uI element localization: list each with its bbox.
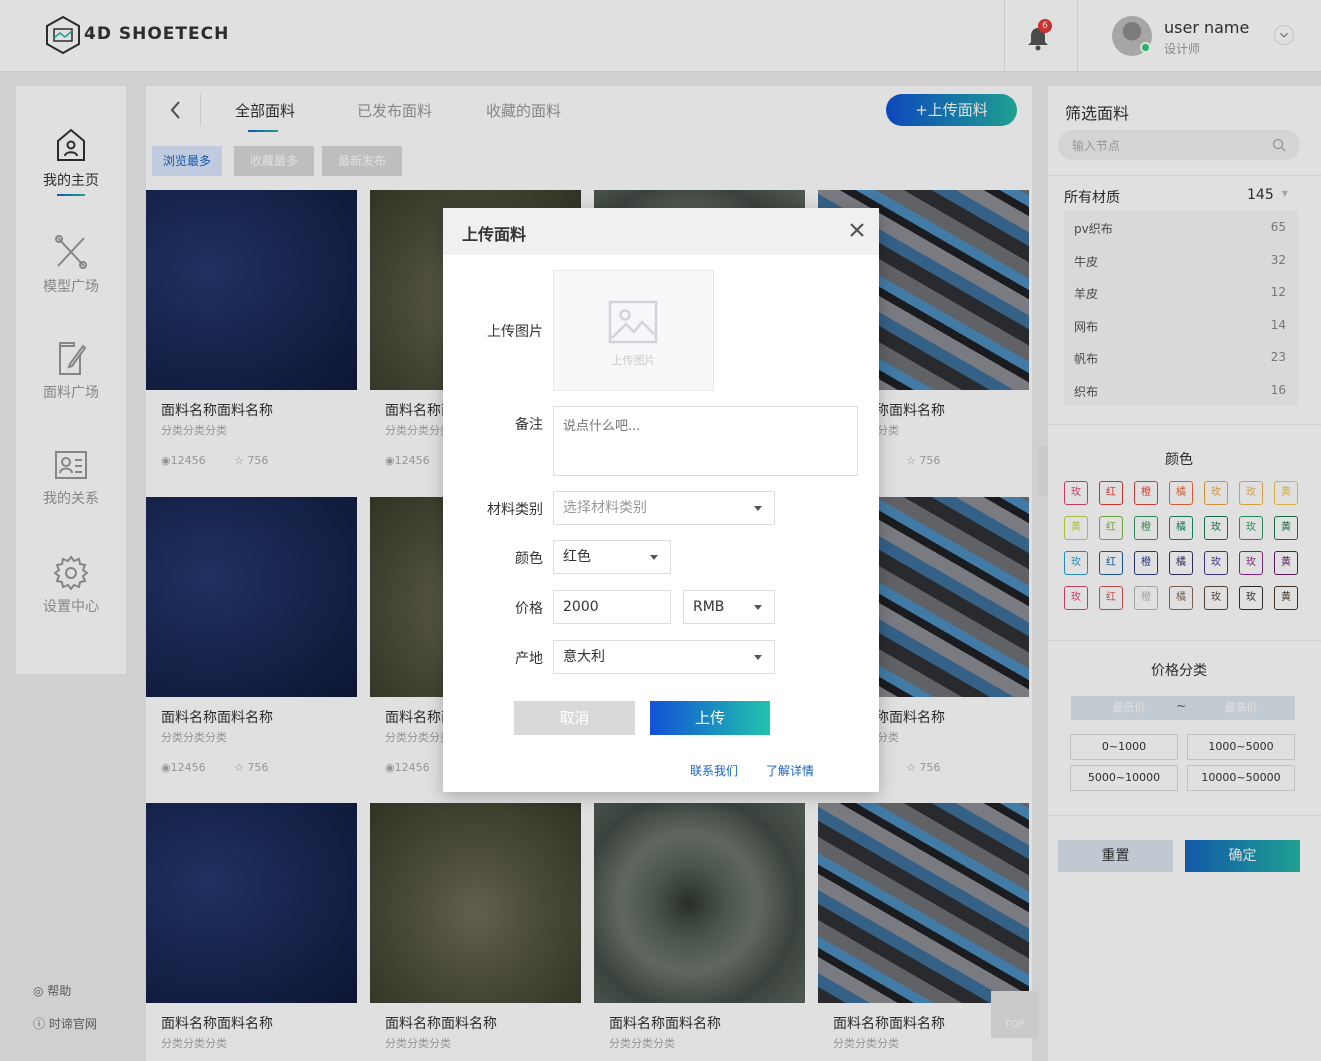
price-label: 价格	[515, 601, 543, 617]
category-label: 材料类别	[487, 502, 543, 518]
caret-down-icon	[754, 655, 762, 660]
contact-us-link[interactable]: 联系我们	[690, 762, 738, 779]
category-placeholder: 选择材料类别	[563, 500, 647, 516]
color-select[interactable]: 红色	[553, 540, 671, 574]
origin-select[interactable]: 意大利	[553, 640, 775, 674]
caret-down-icon	[650, 555, 658, 560]
upload-image-hint: 上传图片	[611, 354, 656, 367]
caret-down-icon	[754, 605, 762, 610]
upload-button[interactable]: 上传	[650, 701, 770, 735]
price-input[interactable]: 2000	[553, 590, 671, 624]
currency-select[interactable]: RMB	[683, 590, 775, 624]
close-icon[interactable]	[848, 221, 866, 239]
remark-textarea[interactable]	[553, 406, 858, 476]
upload-image-label: 上传图片	[487, 324, 543, 340]
image-icon	[608, 300, 658, 344]
color-label: 颜色	[515, 551, 543, 567]
learn-more-link[interactable]: 了解详情	[766, 762, 814, 779]
currency-value: RMB	[693, 599, 725, 615]
origin-value: 意大利	[563, 649, 605, 665]
cancel-button[interactable]: 取消	[514, 701, 635, 735]
origin-label: 产地	[515, 651, 543, 667]
caret-down-icon	[754, 506, 762, 511]
category-select[interactable]: 选择材料类别	[553, 491, 775, 525]
remark-label: 备注	[515, 417, 543, 433]
dialog-title: 上传面料	[462, 225, 527, 244]
color-value: 红色	[563, 549, 591, 565]
